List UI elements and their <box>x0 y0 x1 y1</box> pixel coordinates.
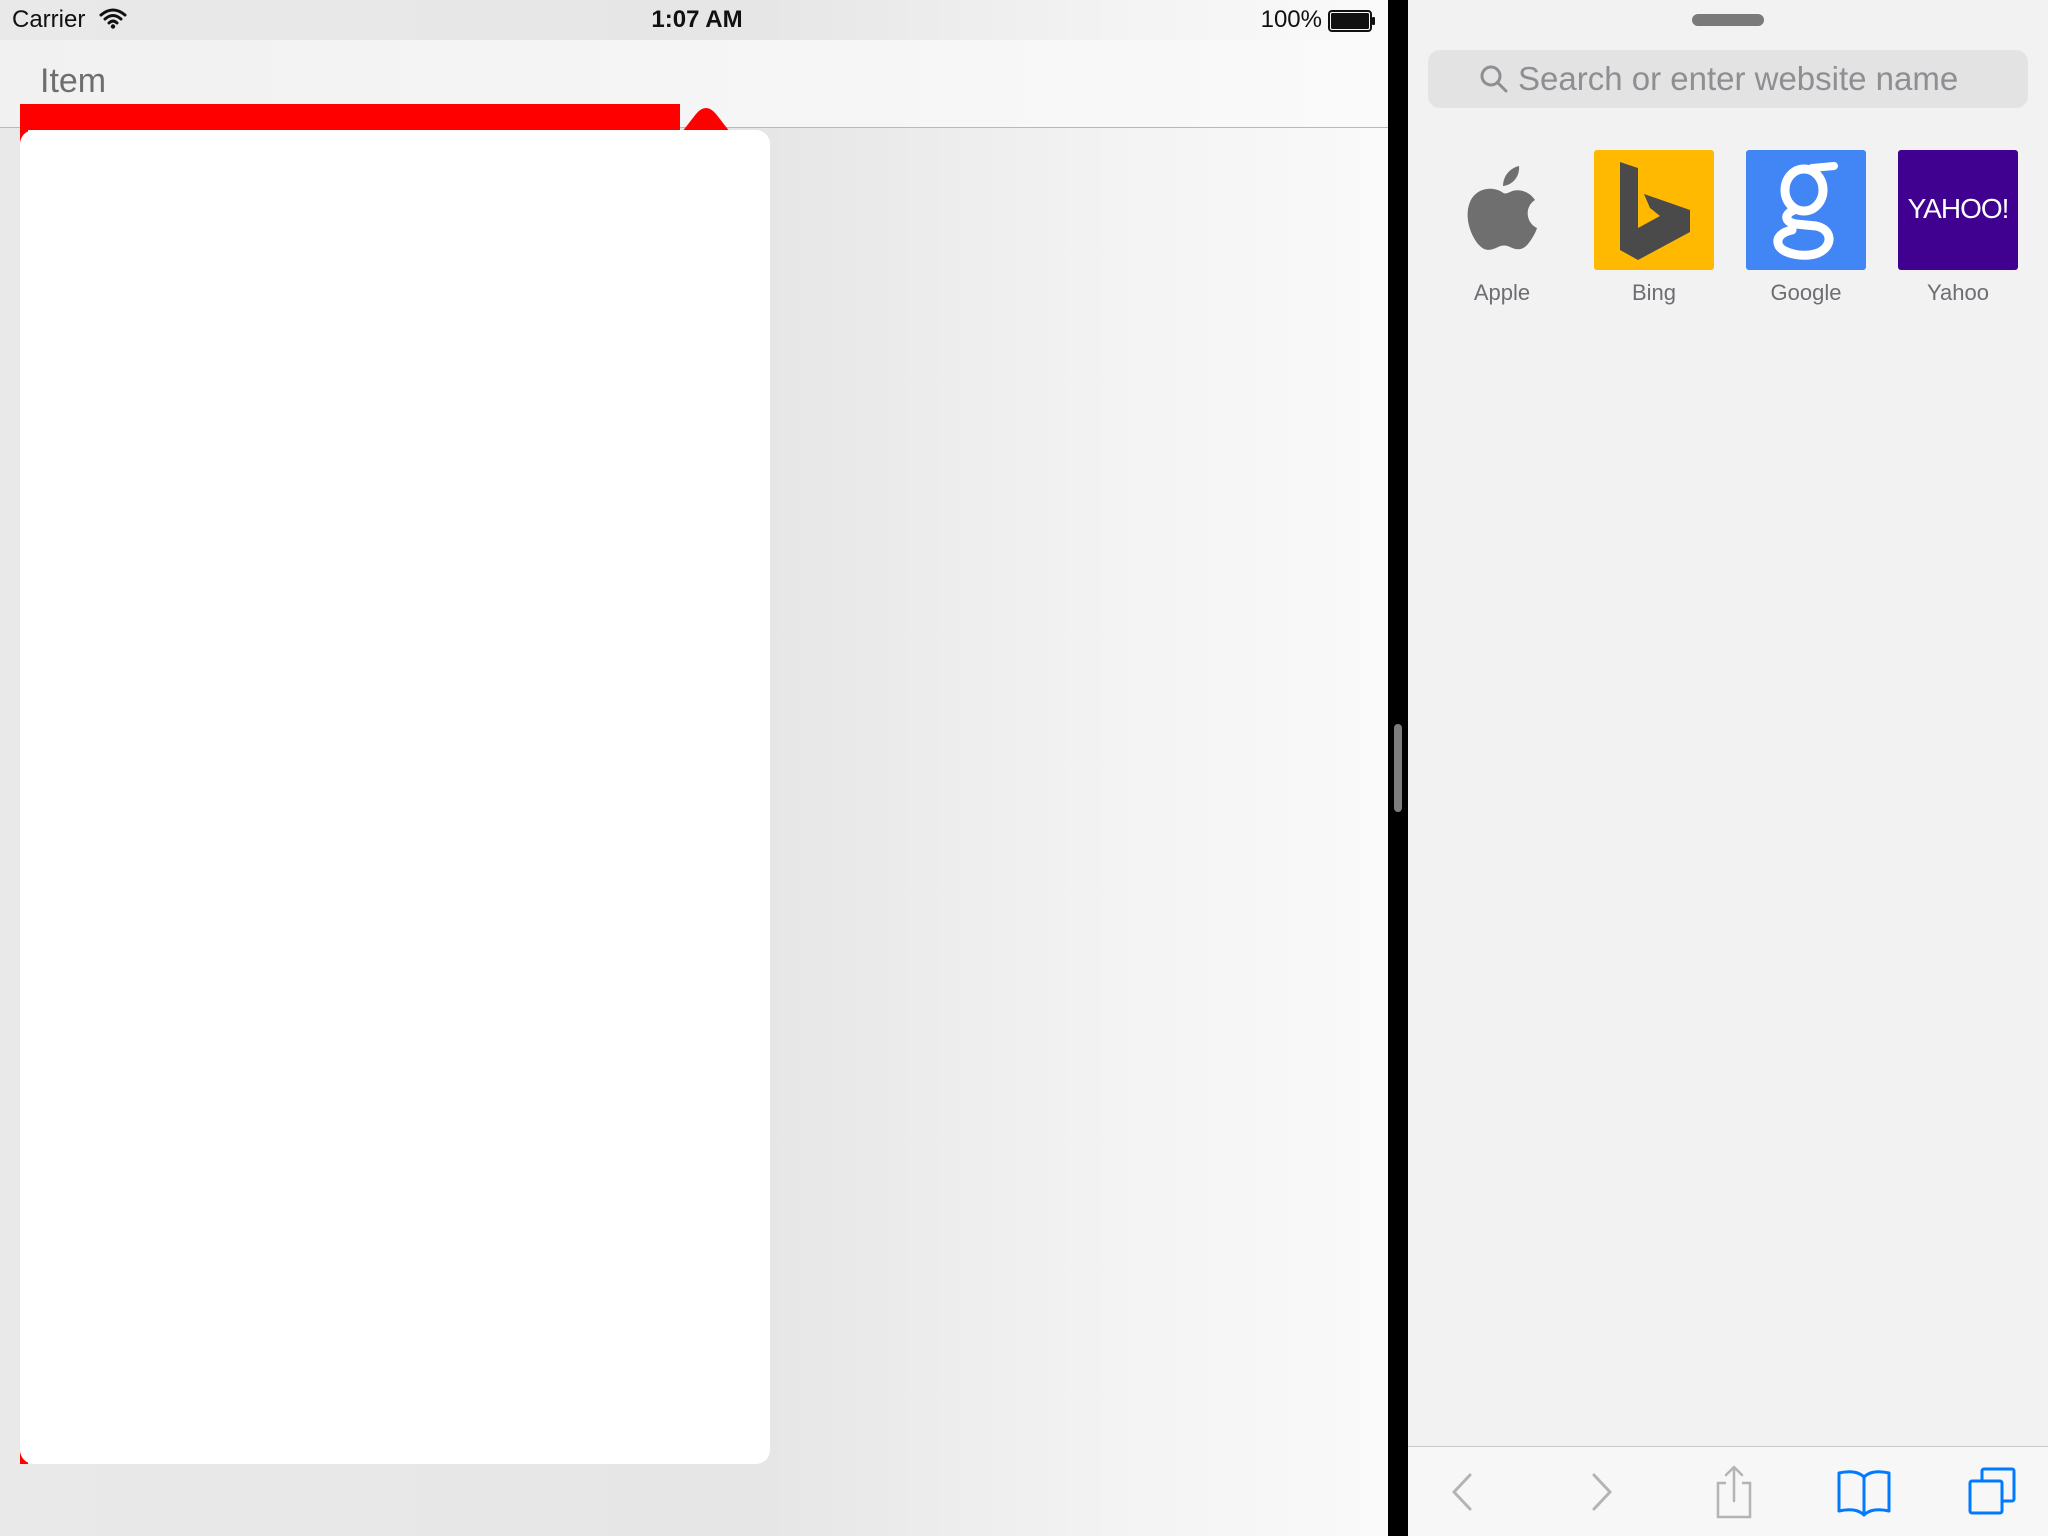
forward-arrow-icon[interactable] <box>1574 1463 1630 1521</box>
favorite-label-google: Google <box>1770 280 1842 305</box>
slide-over-grabber[interactable] <box>1692 14 1764 26</box>
favorite-yahoo[interactable]: YAHOO! Yahoo <box>1882 150 2034 306</box>
favorite-apple[interactable]: Apple <box>1426 150 1578 306</box>
search-field[interactable] <box>1428 50 2028 108</box>
back-arrow-icon[interactable] <box>1434 1463 1490 1521</box>
favorite-tile-apple <box>1442 150 1562 270</box>
favorite-label-bing: Bing <box>1631 280 1677 305</box>
safari-toolbar <box>1408 1446 2048 1536</box>
favorite-google[interactable]: Google <box>1730 150 1882 306</box>
left-app-pane: Carrier 1:07 AM 100% Item <box>0 0 1388 1536</box>
apple-icon <box>1467 166 1537 250</box>
search-icon <box>1480 65 1508 93</box>
bing-icon <box>1620 162 1690 260</box>
favorite-label-apple: Apple <box>1473 280 1531 305</box>
yahoo-icon: YAHOO! <box>1908 193 2010 224</box>
google-icon <box>1773 162 1838 260</box>
favorite-tile-google <box>1746 150 1866 270</box>
status-time: 1:07 AM <box>651 6 743 33</box>
popover-arrow <box>682 108 730 132</box>
favorite-label-yahoo: Yahoo <box>1927 280 1989 305</box>
favorite-tile-yahoo: YAHOO! <box>1898 150 2018 270</box>
status-bar: Carrier 1:07 AM 100% <box>0 0 1388 40</box>
battery-percent: 100% <box>1260 6 1322 33</box>
popover-panel[interactable] <box>20 130 770 1464</box>
split-view-handle[interactable] <box>1394 724 1402 812</box>
favorite-tile-bing <box>1594 150 1714 270</box>
battery-icon <box>1328 10 1375 32</box>
red-header-strip <box>20 104 680 130</box>
svg-text:YAHOO!: YAHOO! <box>1908 193 2009 224</box>
favorite-bing[interactable]: Bing <box>1578 150 1730 306</box>
share-icon[interactable] <box>1706 1463 1762 1521</box>
bookmarks-icon[interactable] <box>1836 1463 1892 1521</box>
safari-pane: Apple Bing Google YAHOO! Yahoo <box>1408 0 2048 1536</box>
tabs-icon[interactable] <box>1964 1463 2020 1521</box>
tab-item-label[interactable]: Item <box>40 62 106 101</box>
search-input[interactable] <box>1518 58 2018 100</box>
